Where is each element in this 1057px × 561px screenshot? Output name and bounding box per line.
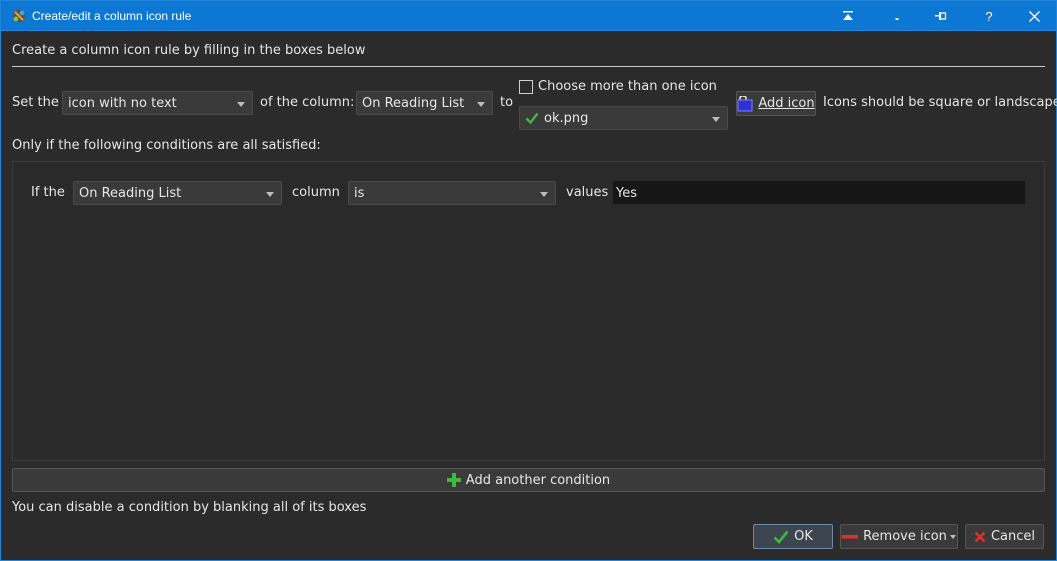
image-icon (737, 95, 753, 112)
icon-kind-select[interactable]: icon with no text (62, 91, 253, 115)
chevron-down-icon (540, 192, 548, 197)
cancel-x-icon (974, 531, 986, 543)
cancel-button[interactable]: Cancel (965, 524, 1044, 549)
condition-column-select[interactable]: On Reading List (73, 181, 282, 205)
help-icon: ? (985, 8, 993, 24)
help-button[interactable]: ? (966, 1, 1012, 31)
conditions-panel (12, 161, 1045, 461)
add-condition-button[interactable]: Add another condition (12, 468, 1045, 492)
condition-column-value: On Reading List (79, 186, 182, 201)
close-icon (1028, 10, 1040, 22)
condition-value-text: Yes (616, 186, 637, 201)
column-label: column (292, 185, 340, 200)
remove-icon-label: Remove icon (863, 529, 947, 544)
rule-column-value: On Reading List (362, 96, 465, 111)
check-icon (773, 530, 789, 544)
chevron-down-icon (266, 192, 274, 197)
window-title: Create/edit a column icon rule (32, 9, 192, 23)
rule-column-select[interactable]: On Reading List (356, 91, 493, 115)
cancel-label: Cancel (990, 529, 1036, 544)
of-column-label: of the column: (260, 95, 355, 110)
icon-file-value: ok.png (544, 111, 589, 126)
chevron-down-icon (477, 102, 485, 107)
to-label: to (500, 95, 514, 110)
multiple-icons-label-text: Choose more than one icon (538, 79, 717, 94)
minimize-button[interactable] (874, 1, 920, 31)
add-icon-button[interactable]: Add icon (736, 91, 816, 116)
icon-kind-value: icon with no text (68, 96, 177, 111)
condition-operator-select[interactable]: is (348, 181, 556, 205)
ok-label: OK (794, 529, 813, 544)
condition-operator-value: is (354, 186, 365, 201)
title-bar: Create/edit a column icon rule ? (0, 0, 1057, 31)
add-condition-label: Add another condition (465, 472, 611, 488)
multiple-icons-label[interactable]: Choose more than one icon (538, 79, 717, 94)
move-to-top-icon (842, 11, 854, 21)
chevron-down-icon (237, 102, 245, 107)
remove-icon-button[interactable]: Remove icon (840, 524, 958, 549)
add-icon-label: Add icon (758, 96, 815, 111)
pin-button[interactable] (918, 1, 964, 31)
check-icon (525, 111, 539, 129)
calibre-app-icon (11, 8, 27, 24)
chevron-down-icon (949, 534, 956, 539)
move-to-top-button[interactable] (825, 1, 871, 31)
pin-icon (935, 10, 947, 22)
multiple-icons-checkbox[interactable] (519, 80, 533, 94)
condition-value-input[interactable]: Yes (612, 180, 1026, 205)
plus-icon (446, 473, 461, 487)
close-button[interactable] (1011, 1, 1057, 31)
values-label: values (566, 185, 609, 200)
if-the-label: If the (31, 185, 65, 200)
chevron-down-icon (712, 117, 720, 122)
heading-divider (12, 66, 1045, 67)
dialog-heading: Create a column icon rule by filling in … (12, 43, 366, 58)
disable-condition-hint: You can disable a condition by blanking … (12, 500, 367, 515)
minimize-icon (892, 11, 902, 21)
ok-button[interactable]: OK (753, 524, 833, 549)
set-the-label: Set the (12, 95, 59, 110)
minus-icon (842, 534, 859, 540)
icon-shape-hint: Icons should be square or landscape (823, 95, 1057, 110)
icon-file-select[interactable]: ok.png (519, 106, 728, 130)
conditions-label: Only if the following conditions are all… (12, 138, 321, 153)
